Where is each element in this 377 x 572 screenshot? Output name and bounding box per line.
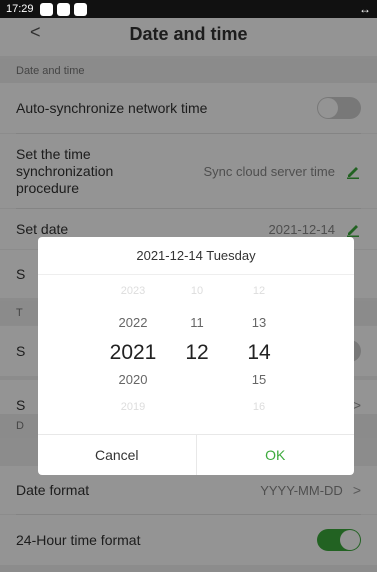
notification-icon — [56, 2, 70, 16]
month-column[interactable]: 10 11 12 — [162, 275, 232, 434]
month-option[interactable]: 10 — [162, 285, 232, 297]
notification-icon — [73, 2, 87, 16]
year-selected[interactable]: 2021 — [98, 341, 168, 365]
month-selected[interactable]: 12 — [162, 341, 232, 365]
date-picker[interactable]: 2023 2022 2021 2020 2019 10 11 12 12 13 … — [38, 275, 354, 434]
dialog-header: 2021-12-14 Tuesday — [38, 237, 354, 275]
connection-icon: ↔ — [359, 2, 371, 16]
status-bar: 17:29 ↔ — [0, 0, 377, 18]
day-column[interactable]: 12 13 14 15 16 — [224, 275, 294, 434]
date-picker-dialog: 2021-12-14 Tuesday 2023 2022 2021 2020 2… — [38, 237, 354, 475]
cancel-button[interactable]: Cancel — [38, 435, 197, 475]
day-selected[interactable]: 14 — [224, 341, 294, 365]
day-option[interactable]: 15 — [224, 372, 294, 387]
day-option[interactable]: 16 — [224, 401, 294, 413]
year-option[interactable]: 2023 — [98, 285, 168, 297]
ok-button[interactable]: OK — [197, 435, 355, 475]
status-time: 17:29 — [6, 3, 34, 15]
day-option[interactable]: 12 — [224, 285, 294, 297]
year-option[interactable]: 2020 — [98, 372, 168, 387]
day-option[interactable]: 13 — [224, 315, 294, 330]
month-option[interactable]: 11 — [162, 315, 232, 330]
year-column[interactable]: 2023 2022 2021 2020 2019 — [98, 275, 168, 434]
dialog-footer: Cancel OK — [38, 434, 354, 475]
year-option[interactable]: 2019 — [98, 401, 168, 413]
year-option[interactable]: 2022 — [98, 315, 168, 330]
notification-icon — [39, 2, 53, 16]
